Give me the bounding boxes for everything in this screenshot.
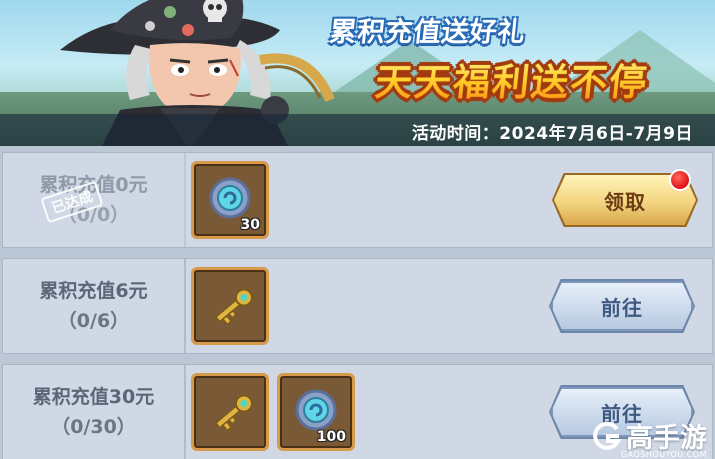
reward-row-1: 累积充值6元 （0/6） 前往	[2, 258, 713, 354]
notification-dot	[669, 169, 691, 191]
event-banner: 累积充值送好礼 天天福利送不停 活动时间：2024年7月6日-7月9日	[0, 0, 715, 146]
golden-key-icon	[214, 288, 253, 326]
reward-item-silver-coin[interactable]: 30	[191, 161, 269, 239]
watermark-subtext: GAOSHOUYOU.COM	[620, 450, 707, 459]
reward-row-0: 累积充值0元 （0/0） 已达成 30 领取	[2, 152, 713, 248]
item-count: 30	[240, 217, 260, 233]
reward-item-golden-key[interactable]	[191, 373, 269, 451]
progress-text: （0/30）	[51, 416, 136, 438]
reward-item-silver-coin[interactable]: 100	[277, 373, 355, 451]
banner-subtitle: 天天福利送不停	[373, 52, 651, 104]
progress-text: （0/6）	[57, 310, 130, 332]
event-date-range: 活动时间：2024年7月6日-7月9日	[411, 124, 693, 144]
gaoshouyou-logo-icon	[593, 421, 622, 450]
row-label: 累积充值6元 （0/6）	[3, 259, 186, 353]
banner-title: 累积充值送好礼	[327, 17, 528, 48]
go-button[interactable]: 前往	[551, 281, 693, 331]
item-count: 100	[316, 429, 346, 445]
golden-key-icon	[214, 394, 253, 432]
row-label: 累积充值30元 （0/30）	[3, 365, 186, 459]
requirement-text: 累积充值6元	[39, 280, 148, 302]
requirement-text: 累积充值30元	[32, 386, 155, 408]
reward-item-golden-key[interactable]	[191, 267, 269, 345]
